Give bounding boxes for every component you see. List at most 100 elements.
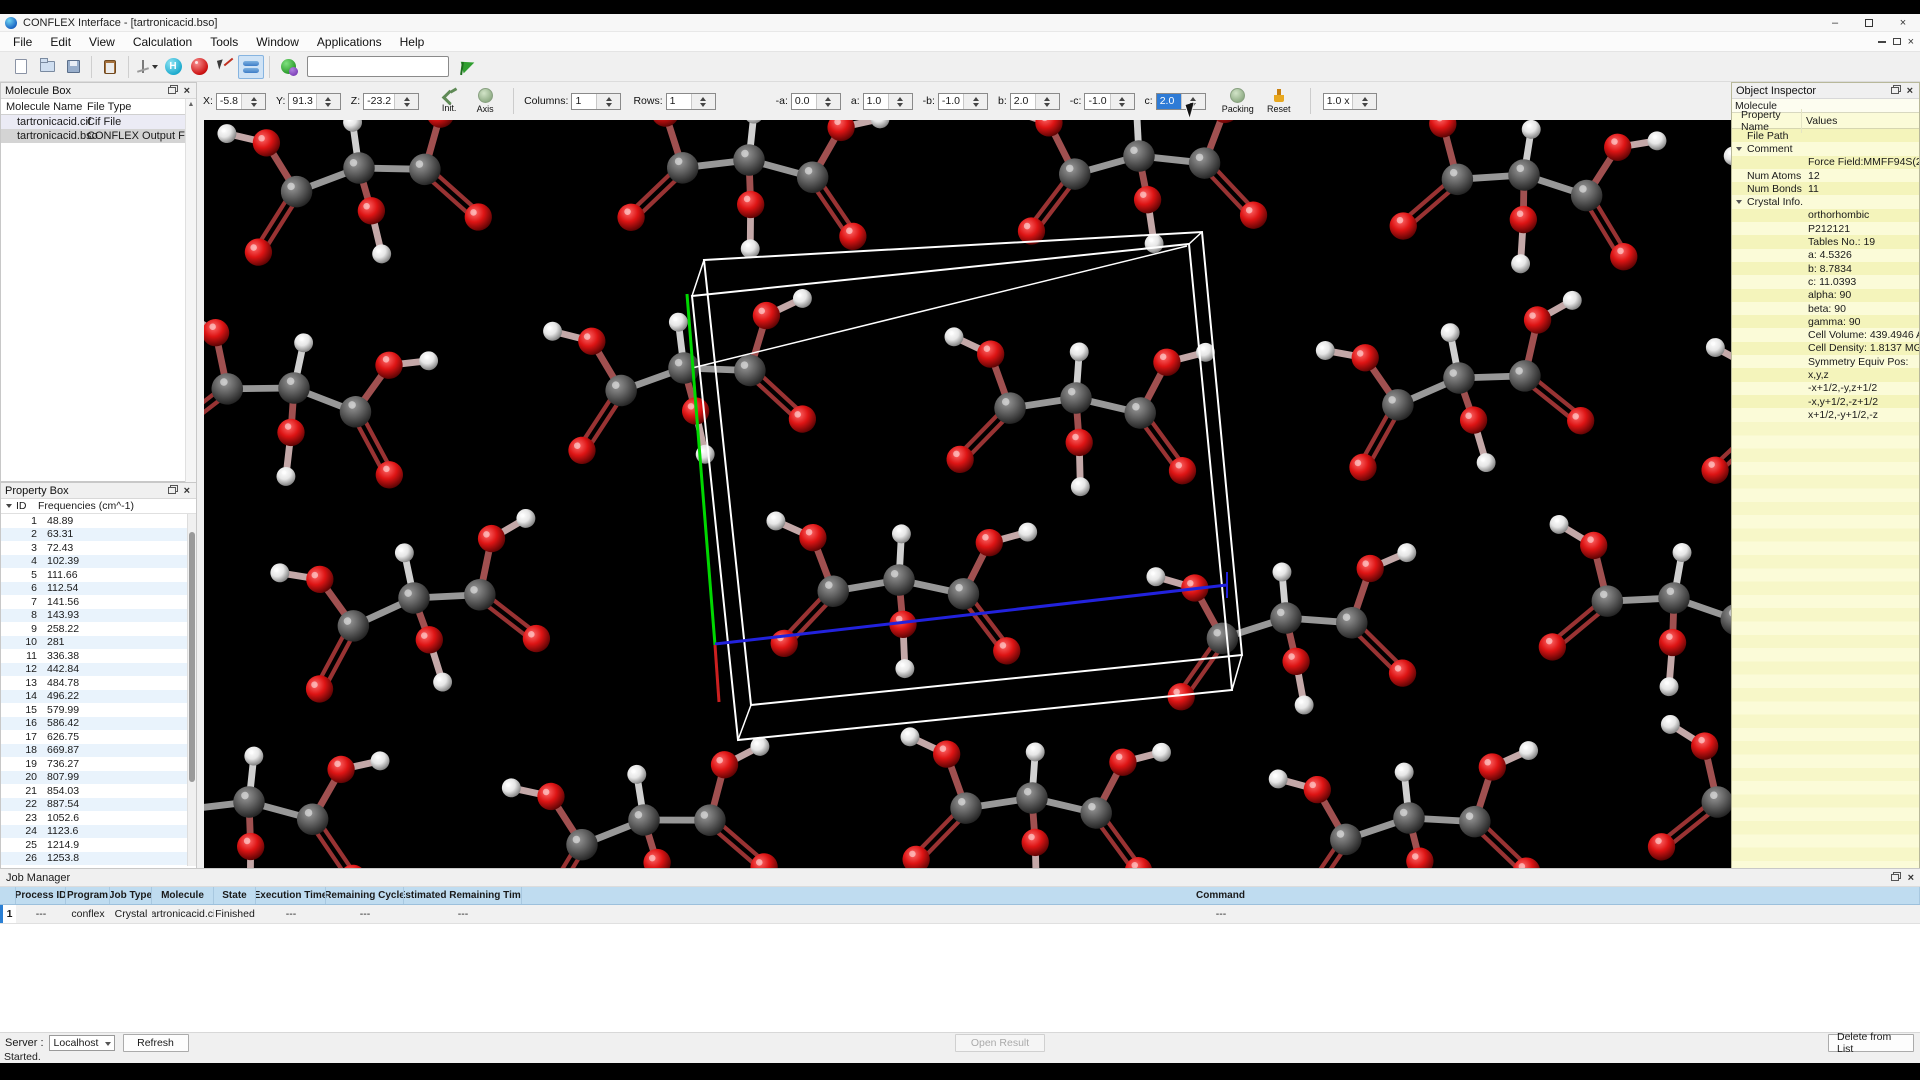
molecule-viewport[interactable] bbox=[204, 120, 1731, 868]
h-atom[interactable] bbox=[1646, 130, 1668, 152]
b-spinner[interactable]: b:2.0 bbox=[998, 93, 1060, 110]
Y-spinner[interactable]: Y:91.3 bbox=[276, 93, 341, 110]
close-panel-icon[interactable]: × bbox=[184, 487, 190, 495]
h-atom[interactable] bbox=[1070, 477, 1090, 497]
molecule[interactable] bbox=[934, 325, 1216, 505]
h-atom[interactable] bbox=[1151, 742, 1171, 762]
inspector-row[interactable]: c: 11.0393 bbox=[1732, 275, 1919, 288]
h-atom[interactable] bbox=[1272, 562, 1292, 582]
o-atom[interactable] bbox=[1065, 428, 1094, 457]
o-atom[interactable] bbox=[751, 300, 781, 330]
chevron-down-icon[interactable] bbox=[6, 504, 12, 511]
menu-window[interactable]: Window bbox=[247, 35, 308, 49]
mdi-minimize-icon[interactable] bbox=[1878, 41, 1886, 43]
h-atom[interactable] bbox=[626, 764, 648, 786]
reset-button[interactable]: Reset bbox=[1260, 89, 1298, 114]
spinner-down-icon[interactable] bbox=[825, 103, 831, 110]
inspector-row[interactable]: -x,y+1/2,-z+1/2 bbox=[1732, 395, 1919, 408]
inspector-row[interactable]: Cell Volume: 439.4946 AN... bbox=[1732, 328, 1919, 341]
spinner-value[interactable]: 91.3 bbox=[288, 93, 340, 110]
spinner-down-icon[interactable] bbox=[700, 103, 706, 110]
mdi-restore-icon[interactable] bbox=[1893, 38, 1901, 45]
inspector-row[interactable]: b: 8.7834 bbox=[1732, 262, 1919, 275]
inspector-row[interactable]: x,y,z bbox=[1732, 368, 1919, 381]
spinner-up-icon[interactable] bbox=[251, 94, 257, 101]
inspector-row[interactable]: beta: 90 bbox=[1732, 302, 1919, 315]
o-atom[interactable] bbox=[946, 445, 975, 474]
Rows-spinner[interactable]: Rows:1 bbox=[633, 93, 715, 110]
minimize-button[interactable]: – bbox=[1818, 14, 1852, 31]
molecule-box-scrollbar[interactable]: ▲ bbox=[185, 99, 196, 482]
h-atom[interactable] bbox=[243, 746, 264, 767]
column-remaining-cycle[interactable]: Remaining Cycle bbox=[326, 887, 404, 904]
frequency-row[interactable]: 261253.8 bbox=[1, 852, 189, 866]
frequency-row[interactable]: 16586.42 bbox=[1, 717, 189, 731]
spinner-up-icon[interactable] bbox=[1362, 94, 1368, 101]
spinner-up-icon[interactable] bbox=[825, 94, 831, 101]
menu-calculation[interactable]: Calculation bbox=[124, 35, 201, 49]
molecule[interactable] bbox=[1145, 542, 1429, 727]
o-atom[interactable] bbox=[1035, 120, 1064, 137]
inspector-row[interactable]: Symmetry Equiv Pos: bbox=[1732, 355, 1919, 368]
o-atom[interactable] bbox=[1108, 748, 1137, 777]
restore-button[interactable] bbox=[1852, 14, 1886, 31]
h-atom[interactable] bbox=[766, 511, 786, 531]
spinner-up-icon[interactable] bbox=[606, 94, 612, 101]
molecule[interactable] bbox=[542, 288, 831, 482]
c-atom[interactable] bbox=[949, 791, 983, 825]
inspector-row[interactable]: Num Atoms12 bbox=[1732, 169, 1919, 182]
molecule[interactable] bbox=[500, 736, 793, 868]
init-button[interactable]: Init. bbox=[431, 89, 467, 113]
spinner-value[interactable]: -23.2 bbox=[363, 93, 419, 110]
frequency-row[interactable]: 263.31 bbox=[1, 528, 189, 542]
o-atom[interactable] bbox=[616, 202, 646, 232]
c-atom[interactable] bbox=[626, 802, 662, 838]
frequency-row[interactable]: 12442.84 bbox=[1, 663, 189, 677]
h-atom[interactable] bbox=[393, 542, 415, 564]
c-atom[interactable] bbox=[1269, 601, 1303, 635]
frequency-row[interactable]: 372.43 bbox=[1, 541, 189, 555]
spinner-arrows[interactable] bbox=[1110, 94, 1134, 109]
c-atom[interactable] bbox=[1699, 784, 1731, 821]
float-panel-icon[interactable] bbox=[168, 487, 176, 494]
c-atom[interactable] bbox=[1188, 147, 1221, 180]
molecule[interactable] bbox=[890, 725, 1172, 868]
o-atom[interactable] bbox=[1021, 828, 1050, 857]
menu-help[interactable]: Help bbox=[391, 35, 434, 49]
column-program[interactable]: Program bbox=[66, 887, 110, 904]
a-spinner[interactable]: a:1.0 bbox=[851, 93, 913, 110]
o-atom[interactable] bbox=[1355, 554, 1385, 584]
o-atom[interactable] bbox=[1124, 856, 1153, 868]
spinner-up-icon[interactable] bbox=[404, 94, 410, 101]
o-atom[interactable] bbox=[475, 522, 507, 554]
molecule[interactable] bbox=[604, 120, 890, 271]
o-atom[interactable] bbox=[1388, 210, 1419, 241]
column-molecule-name[interactable]: Molecule Name bbox=[1, 101, 87, 113]
o-atom[interactable] bbox=[1239, 201, 1268, 230]
o-atom[interactable] bbox=[1427, 120, 1458, 139]
molecule[interactable] bbox=[216, 120, 507, 284]
column-frequencies[interactable]: Frequencies (cm^-1) bbox=[38, 500, 134, 512]
c-spinner[interactable]: -c:-1.0 bbox=[1070, 93, 1135, 110]
c-atom[interactable] bbox=[1506, 157, 1542, 193]
o-atom[interactable] bbox=[1578, 530, 1610, 562]
c-atom[interactable] bbox=[1059, 381, 1093, 415]
c-atom[interactable] bbox=[1122, 139, 1155, 172]
h-atom[interactable] bbox=[501, 777, 523, 799]
c-atom[interactable] bbox=[1439, 161, 1475, 197]
c-atom[interactable] bbox=[275, 369, 312, 406]
column-estimated-remaining-time[interactable]: Estimated Remaining Time bbox=[404, 887, 522, 904]
molecule[interactable] bbox=[1632, 711, 1731, 868]
c-atom[interactable] bbox=[1506, 357, 1543, 394]
c-atom[interactable] bbox=[732, 353, 767, 388]
c-atom[interactable] bbox=[395, 579, 432, 616]
molecule[interactable] bbox=[1268, 740, 1554, 868]
molecule[interactable] bbox=[204, 724, 390, 868]
spinner-value[interactable]: -5.8 bbox=[216, 93, 266, 110]
o-atom[interactable] bbox=[204, 316, 232, 348]
spinner-down-icon[interactable] bbox=[973, 103, 979, 110]
spinner-down-icon[interactable] bbox=[897, 103, 903, 110]
run-button[interactable] bbox=[455, 55, 481, 79]
h-atom[interactable] bbox=[1671, 542, 1693, 564]
h-atom[interactable] bbox=[1520, 120, 1542, 140]
